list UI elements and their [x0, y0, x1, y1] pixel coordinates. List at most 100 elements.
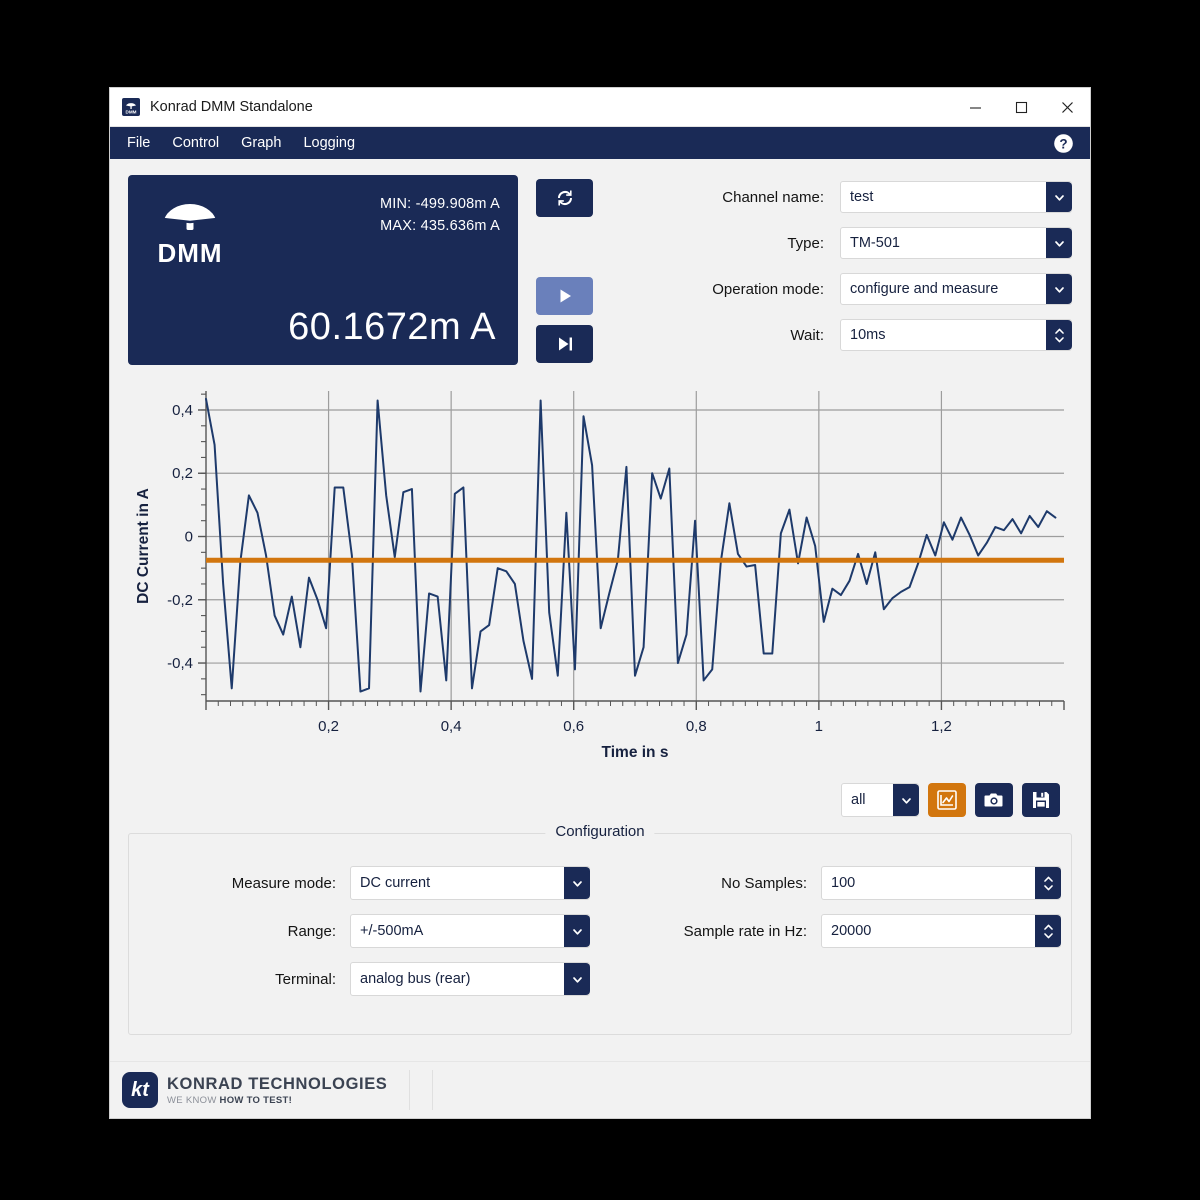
configuration-left-column: Measure mode: DC current Range: +/-500mA… [129, 866, 600, 1010]
tagline-light: WE KNOW [167, 1094, 220, 1106]
svg-text:0,6: 0,6 [563, 718, 584, 735]
title-bar: DMM Konrad DMM Standalone [110, 88, 1090, 127]
dmm-current-value: 60.1672m A [288, 306, 496, 348]
step-button[interactable] [536, 325, 593, 363]
svg-text:-0,2: -0,2 [167, 592, 193, 609]
svg-text:1: 1 [815, 718, 823, 735]
screenshot-button[interactable] [975, 783, 1013, 817]
label-wait: Wait: [790, 326, 824, 344]
measure-mode-value: DC current [360, 875, 431, 891]
chevron-down-icon[interactable] [1046, 228, 1072, 258]
measure-mode-combo[interactable]: DC current [350, 866, 590, 900]
chevron-down-icon[interactable] [1046, 182, 1072, 212]
channel-filter-value: all [851, 792, 866, 808]
type-combo[interactable]: TM-501 [840, 227, 1072, 259]
close-icon [1061, 101, 1073, 113]
configuration-right-column: No Samples: 100 Sample rate in Hz: 20000 [600, 866, 1071, 1010]
wait-control: 10ms [840, 319, 1072, 351]
maximize-button[interactable] [998, 88, 1044, 126]
measure-mode-control: DC current [350, 866, 590, 900]
chevron-down-icon[interactable] [893, 784, 919, 816]
menu-item-logging[interactable]: Logging [292, 131, 366, 155]
menu-item-control[interactable]: Control [161, 131, 230, 155]
footer-divider-1 [409, 1070, 411, 1110]
sample-rate-control: 20000 [821, 914, 1061, 948]
menu-item-file[interactable]: File [116, 131, 161, 155]
field-row-range: Range: +/-500mA [129, 914, 600, 948]
chart-toolbar: all [110, 783, 1060, 817]
label-range: Range: [287, 922, 336, 940]
channel-name-value: test [850, 189, 874, 205]
chart-area: 0,4 0,2 0 -0,2 -0,4 0,2 0,4 0,6 0,8 1 1,2 Time in s… [128, 379, 1072, 779]
dmm-logo-text: DMM [157, 238, 223, 268]
range-value: +/-500mA [360, 923, 424, 939]
label-channel-name: Channel name: [722, 188, 824, 206]
dmm-min-max: MIN: -499.908m A MAX: 435.636m A [380, 193, 500, 237]
svg-text:0,4: 0,4 [441, 718, 462, 735]
top-area: DMM MIN: -499.908m A MAX: 435.636m A 60.… [110, 159, 1090, 365]
svg-text:0,2: 0,2 [318, 718, 339, 735]
type-control: TM-501 [840, 227, 1072, 259]
refresh-button[interactable] [536, 179, 593, 217]
range-combo[interactable]: +/-500mA [350, 914, 590, 948]
svg-text:1,2: 1,2 [931, 718, 952, 735]
step-forward-icon [558, 337, 572, 351]
field-row-operation-mode: Operation mode: configure and measure [627, 273, 1072, 305]
field-row-type: Type: TM-501 [627, 227, 1072, 259]
dc-current-plot[interactable]: 0,4 0,2 0 -0,2 -0,4 0,2 0,4 0,6 0,8 1 1,2 Time in s… [128, 379, 1072, 771]
label-measure-mode: Measure mode: [231, 874, 336, 892]
label-terminal: Terminal: [275, 970, 336, 988]
operation-mode-combo[interactable]: configure and measure [840, 273, 1072, 305]
dmm-meter-icon [161, 201, 219, 230]
operation-mode-value: configure and measure [850, 281, 999, 297]
save-button[interactable] [1022, 783, 1060, 817]
footer-divider-2 [432, 1070, 434, 1110]
channel-name-control: test [840, 181, 1072, 213]
wait-spinner[interactable]: 10ms [840, 319, 1072, 351]
menu-item-graph[interactable]: Graph [230, 131, 292, 155]
chevron-down-icon[interactable] [564, 963, 590, 995]
sample-rate-spinner[interactable]: 20000 [821, 914, 1061, 948]
chevron-down-icon[interactable] [564, 867, 590, 899]
chevron-down-icon[interactable] [564, 915, 590, 947]
konrad-logo-text: KONRAD TECHNOLOGIES WE KNOW HOW TO TEST! [167, 1075, 387, 1106]
field-row-no-samples: No Samples: 100 [600, 866, 1071, 900]
close-button[interactable] [1044, 88, 1090, 126]
field-row-measure-mode: Measure mode: DC current [129, 866, 600, 900]
minimize-icon [969, 106, 981, 109]
channel-filter-combo[interactable]: all [841, 783, 919, 817]
tagline-bold: HOW TO TEST! [219, 1094, 293, 1106]
label-type: Type: [787, 234, 824, 252]
chevron-down-icon[interactable] [1046, 274, 1072, 304]
menu-bar: File Control Graph Logging ? [110, 127, 1090, 159]
spinner-arrows-icon[interactable] [1035, 867, 1061, 899]
help-circle-icon[interactable]: ? [1052, 132, 1074, 154]
field-row-channel-name: Channel name: test [627, 181, 1072, 213]
graph-cursor-icon [937, 790, 957, 810]
graph-cursor-button[interactable] [928, 783, 966, 817]
spinner-arrows-icon[interactable] [1046, 320, 1072, 350]
camera-icon [984, 793, 1003, 807]
channel-name-combo[interactable]: test [840, 181, 1072, 213]
range-control: +/-500mA [350, 914, 590, 948]
field-row-sample-rate: Sample rate in Hz: 20000 [600, 914, 1071, 948]
svg-text:Time in s: Time in s [602, 744, 669, 761]
dmm-min-value: MIN: -499.908m A [379, 196, 500, 212]
field-row-wait: Wait: 10ms [627, 319, 1072, 351]
configuration-columns: Measure mode: DC current Range: +/-500mA… [129, 834, 1071, 1010]
configuration-group: Configuration Measure mode: DC current R… [128, 823, 1072, 1035]
dmm-logo: DMM [150, 189, 230, 269]
svg-text:DC Current in A: DC Current in A [135, 488, 152, 604]
spinner-arrows-icon[interactable] [1035, 915, 1061, 947]
company-tagline: WE KNOW HOW TO TEST! [167, 1095, 387, 1106]
terminal-combo[interactable]: analog bus (rear) [350, 962, 590, 996]
operation-mode-control: configure and measure [840, 273, 1072, 305]
company-name: KONRAD TECHNOLOGIES [167, 1074, 388, 1093]
refresh-icon [557, 190, 572, 206]
no-samples-spinner[interactable]: 100 [821, 866, 1061, 900]
run-button[interactable] [536, 277, 593, 315]
wait-value: 10ms [850, 327, 886, 343]
minimize-button[interactable] [952, 88, 998, 126]
label-no-samples: No Samples: [721, 874, 807, 892]
kt-mark-icon: kt [122, 1072, 158, 1108]
